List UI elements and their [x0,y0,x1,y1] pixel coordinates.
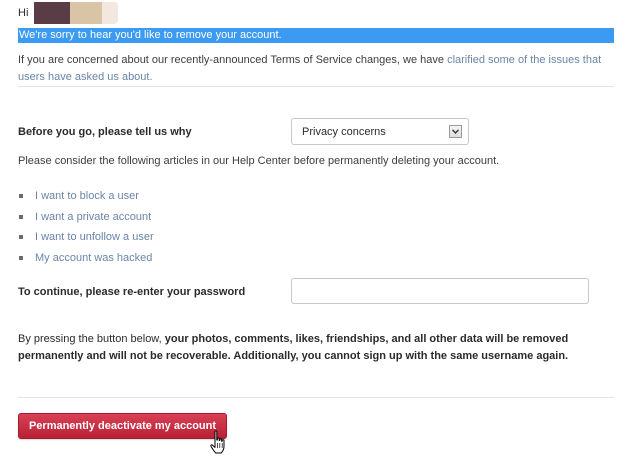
tos-notice-text: If you are concerned about our recently-… [18,54,448,66]
password-label: To continue, please re-enter your passwo… [18,286,246,298]
bullet-icon [19,255,23,260]
list-item: I want a private account [18,207,154,228]
divider [18,397,614,398]
help-intro: Please consider the following articles i… [18,155,500,167]
divider [18,86,614,87]
list-item: I want to block a user [18,186,154,207]
reason-selected-value: Privacy concerns [302,125,386,138]
redaction-block [102,2,119,24]
help-link-unfollow-user[interactable]: I want to unfollow a user [35,231,154,243]
greeting-text: Hi [18,7,29,19]
redacted-username [34,2,119,24]
reason-label: Before you go, please tell us why [18,126,192,138]
sorry-message: We're sorry to hear you'd like to remove… [18,28,614,43]
deletion-warning: By pressing the button below, your photo… [18,331,618,365]
chevron-down-icon[interactable] [449,125,462,138]
list-item: I want to unfollow a user [18,227,154,248]
password-field[interactable] [291,278,589,304]
help-link-private-account[interactable]: I want a private account [35,211,151,223]
help-link-block-user[interactable]: I want to block a user [35,190,139,202]
warning-intro: By pressing the button below, [18,333,165,345]
bullet-icon [19,194,23,199]
list-item: My account was hacked [18,248,154,269]
redaction-block [34,2,71,24]
bullet-icon [19,235,23,240]
greeting-row: Hi [18,2,119,24]
tos-notice: If you are concerned about our recently-… [18,52,618,86]
help-link-account-hacked[interactable]: My account was hacked [35,252,152,264]
redaction-block [70,2,103,24]
reason-select[interactable]: Privacy concerns [291,118,469,145]
deactivate-account-button[interactable]: Permanently deactivate my account [18,413,227,439]
bullet-icon [19,214,23,219]
help-article-list: I want to block a user I want a private … [18,186,154,268]
